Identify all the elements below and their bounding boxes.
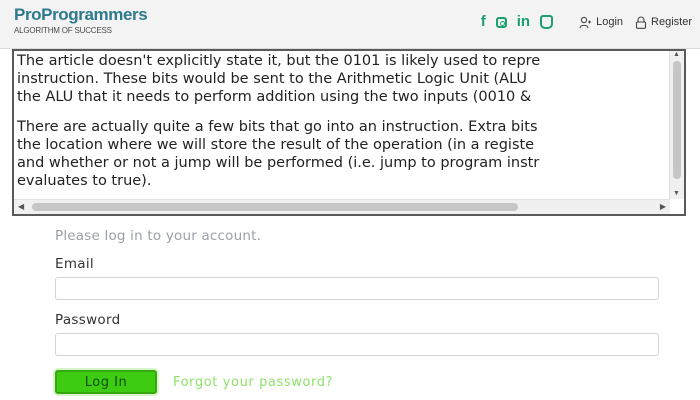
login-form: Please log in to your account. Email Pas… — [55, 228, 661, 394]
article-paragraph: There are actually quite a few bits that… — [17, 118, 657, 190]
brand-tagline: ALGORITHM OF SUCCESS — [14, 26, 112, 35]
password-field[interactable] — [55, 333, 659, 356]
user-icon — [579, 16, 592, 29]
scroll-up-icon[interactable]: ▲ — [673, 51, 680, 58]
facebook-icon[interactable]: f — [481, 14, 486, 30]
vertical-scroll-thumb[interactable] — [673, 61, 681, 179]
scroll-right-icon[interactable]: ▶ — [660, 202, 666, 211]
forgot-password-link[interactable]: Forgot your password? — [173, 375, 333, 390]
article-line: evaluates to true). — [17, 173, 152, 189]
article-paragraph: The article doesn't explicitly state it,… — [17, 52, 657, 106]
article-text-box[interactable]: The article doesn't explicitly state it,… — [12, 49, 686, 216]
social-links: f in — [481, 14, 554, 30]
horizontal-scroll-thumb[interactable] — [32, 203, 518, 211]
horizontal-scrollbar[interactable]: ◀ ▶ — [14, 199, 670, 214]
brand-name: ProProgrammers — [14, 5, 148, 24]
article-text: The article doesn't explicitly state it,… — [17, 52, 657, 202]
email-field[interactable] — [55, 277, 659, 300]
article-line: the ALU that it needs to perform additio… — [17, 89, 532, 105]
login-label: Login — [596, 16, 624, 28]
login-prompt: Please log in to your account. — [55, 228, 262, 244]
article-line: The article doesn't explicitly state it,… — [17, 53, 541, 69]
article-line: and whether or not a jump will be perfor… — [17, 155, 540, 171]
login-link[interactable]: Login — [579, 16, 623, 29]
article-line: the location where we will store the res… — [17, 137, 535, 153]
scroll-down-icon[interactable]: ▼ — [673, 190, 680, 197]
header-right: f in Login Register — [481, 14, 692, 30]
vertical-scrollbar[interactable]: ▲ ▼ — [669, 51, 684, 199]
register-label: Register — [651, 16, 692, 28]
brand-logo[interactable]: ProProgrammers ALGORITHM OF SUCCESS — [14, 5, 148, 36]
email-label: Email — [55, 256, 94, 272]
instagram-icon[interactable] — [495, 16, 507, 28]
password-label: Password — [55, 312, 121, 328]
article-line: instruction. These bits would be sent to… — [17, 71, 528, 87]
whatsapp-icon[interactable] — [540, 15, 554, 29]
form-actions: Log In Forgot your password? — [55, 370, 661, 394]
register-link[interactable]: Register — [635, 16, 692, 29]
article-line: There are actually quite a few bits that… — [17, 119, 538, 135]
site-header: ProProgrammers ALGORITHM OF SUCCESS f in… — [0, 0, 700, 49]
linkedin-icon[interactable]: in — [517, 14, 530, 30]
lock-icon — [635, 16, 647, 29]
login-button[interactable]: Log In — [55, 370, 157, 394]
scroll-left-icon[interactable]: ◀ — [18, 202, 24, 211]
